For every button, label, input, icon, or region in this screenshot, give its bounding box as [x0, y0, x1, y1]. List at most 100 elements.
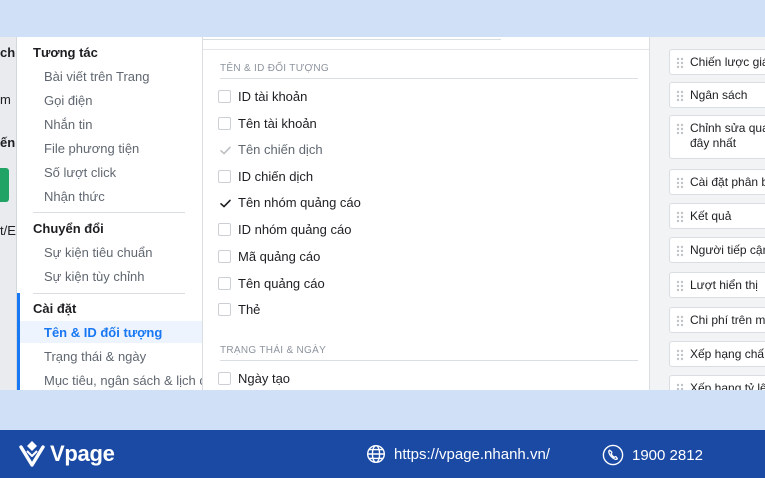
background-page-strip: ch m ến t/E [0, 37, 17, 390]
column-label: Ngân sách [690, 88, 748, 102]
selected-column-item[interactable]: Chiến lược giá [669, 49, 765, 75]
option-id-chien-dich[interactable]: ID chiến dịch [218, 166, 313, 186]
sidebar-item-trang-thai-ngay[interactable]: Trạng thái & ngày [44, 349, 146, 364]
vpage-logo-icon [19, 441, 45, 467]
sidebar-item-nhan-tin[interactable]: Nhắn tin [44, 117, 92, 132]
checkbox[interactable] [218, 169, 231, 183]
active-group-indicator [17, 293, 20, 390]
section-title-ten-id: TÊN & ID ĐỐI TƯỢNG [220, 63, 330, 74]
website-url: https://vpage.nhanh.vn/ [394, 445, 550, 463]
sidebar-item-so-luot-click[interactable]: Số lượt click [44, 165, 116, 180]
drag-handle-icon[interactable] [676, 56, 684, 69]
sidebar-heading-tuong-tac[interactable]: Tương tác [33, 45, 98, 60]
clipped-text: m [0, 92, 11, 107]
option-label: ID chiến dịch [238, 168, 314, 184]
phone-icon [602, 444, 624, 466]
option-label: Tên quảng cáo [238, 275, 325, 291]
selected-column-item[interactable]: Lượt hiển thị [669, 272, 765, 298]
option-label: Ngày tạo [238, 370, 291, 386]
drag-handle-icon[interactable] [676, 279, 684, 292]
header-divider [203, 49, 649, 50]
column-label: Cài đặt phân b [690, 175, 765, 189]
clipped-text: ch [0, 45, 16, 60]
option-ten-chien-dich: Tên chiến dịch [218, 139, 323, 159]
drag-handle-icon[interactable] [676, 382, 684, 390]
section-divider [220, 78, 638, 79]
clipped-link[interactable]: ến [0, 135, 15, 150]
selected-column-item[interactable]: Ngân sách [669, 82, 765, 108]
globe-icon [366, 444, 386, 464]
drag-handle-icon[interactable] [676, 244, 684, 257]
option-ten-nhom-quang-cao[interactable]: Tên nhóm quảng cáo [218, 192, 361, 212]
option-ngay-tao[interactable]: Ngày tạo [218, 368, 290, 388]
sidebar-heading-chuyen-doi[interactable]: Chuyển đổi [33, 221, 104, 236]
option-label: Tên chiến dịch [238, 141, 323, 157]
option-ten-tai-khoan[interactable]: Tên tài khoản [218, 113, 317, 133]
option-label: Tên nhóm quảng cáo [238, 194, 361, 210]
sidebar-item-su-kien-tieu-chuan[interactable]: Sự kiện tiêu chuẩn [44, 245, 152, 260]
drag-handle-icon[interactable] [676, 89, 684, 102]
website-link[interactable]: https://vpage.nhanh.vn/ [366, 444, 550, 464]
phone-link[interactable]: 1900 2812 [602, 444, 703, 466]
selected-column-item[interactable]: Xếp hạng chấ [669, 341, 765, 367]
search-field-edge[interactable] [203, 37, 501, 40]
selected-columns-panel: Chiến lược giá Ngân sách Chỉnh sửa qua đ… [650, 37, 765, 390]
sidebar-item-goi-dien[interactable]: Gọi điện [44, 93, 92, 108]
option-label: Mã quảng cáo [238, 248, 321, 264]
option-ten-quang-cao[interactable]: Tên quảng cáo [218, 273, 325, 293]
option-label: Tên tài khoản [238, 115, 317, 131]
checkmark-icon[interactable] [218, 196, 231, 209]
sidebar-divider [33, 212, 185, 213]
checkbox[interactable] [218, 249, 231, 263]
selected-column-item[interactable]: Chi phí trên m [669, 307, 765, 333]
section-title-trang-thai: TRẠNG THÁI & NGÀY [220, 345, 327, 356]
clipped-text: t/E [0, 223, 16, 238]
checkbox[interactable] [218, 276, 231, 290]
option-ma-quang-cao[interactable]: Mã quảng cáo [218, 246, 320, 266]
sidebar-item-bai-viet[interactable]: Bài viết trên Trang [44, 69, 150, 84]
clipped-green-button[interactable] [0, 168, 9, 202]
selected-column-item[interactable]: Người tiếp cận [669, 237, 765, 263]
option-id-nhom-quang-cao[interactable]: ID nhóm quảng cáo [218, 219, 351, 239]
selected-column-item[interactable]: Cài đặt phân b [669, 169, 765, 195]
option-id-tai-khoan[interactable]: ID tài khoản [218, 86, 307, 106]
checkbox[interactable] [218, 116, 231, 130]
drag-handle-icon[interactable] [676, 348, 684, 361]
option-label: ID nhóm quảng cáo [238, 221, 352, 237]
selected-column-item[interactable]: Kết quả [669, 203, 765, 229]
checkbox[interactable] [218, 89, 231, 103]
sidebar-item-file-phuong-tien[interactable]: File phương tiện [44, 141, 139, 156]
sidebar-heading-cai-dat[interactable]: Cài đặt [33, 301, 76, 316]
column-label: Người tiếp cận [690, 243, 765, 257]
column-label: Xếp hạng chấ [690, 347, 765, 361]
option-label: Thẻ [238, 301, 261, 317]
section-divider [220, 360, 638, 361]
drag-handle-icon[interactable] [676, 210, 684, 223]
checkbox[interactable] [218, 222, 231, 236]
vpage-logo[interactable]: Vpage [18, 439, 115, 469]
screenshot-area: ch m ến t/E Tương tác Bài viết trên Tran… [0, 37, 765, 390]
option-the[interactable]: Thẻ [218, 299, 260, 319]
phone-number: 1900 2812 [632, 446, 703, 464]
sidebar-item-su-kien-tuy-chinh[interactable]: Sự kiện tùy chỉnh [44, 269, 144, 284]
checkmark-disabled-icon [218, 143, 231, 156]
drag-handle-icon[interactable] [676, 176, 684, 189]
checkbox[interactable] [218, 302, 231, 316]
selected-column-item[interactable]: Chỉnh sửa qua đây nhất [669, 115, 765, 159]
drag-handle-icon[interactable] [676, 314, 684, 327]
sidebar-item-ten-id-doi-tuong[interactable]: Tên & ID đối tượng [44, 325, 162, 340]
column-label: Kết quả [690, 209, 732, 223]
sidebar-divider [33, 293, 185, 294]
column-label: Chi phí trên m [690, 313, 765, 327]
sidebar-item-nhan-thuc[interactable]: Nhận thức [44, 189, 105, 204]
checkbox[interactable] [218, 371, 231, 385]
column-label: Chỉnh sửa qua đây nhất [690, 116, 765, 151]
column-label-line: Chỉnh sửa qua [690, 121, 765, 135]
column-label-line: đây nhất [690, 136, 737, 150]
column-label: Chiến lược giá [690, 55, 765, 69]
sidebar-item-muc-tieu-ngan-sach[interactable]: Mục tiêu, ngân sách & lịch c [44, 373, 202, 388]
selected-column-item[interactable]: Xếp hạng tỷ lệ [669, 375, 765, 390]
brand-name: Vpage [50, 441, 115, 466]
footer-banner: Vpage https://vpage.nhanh.vn/ 1900 2812 [0, 430, 765, 478]
drag-handle-icon[interactable] [676, 122, 684, 135]
